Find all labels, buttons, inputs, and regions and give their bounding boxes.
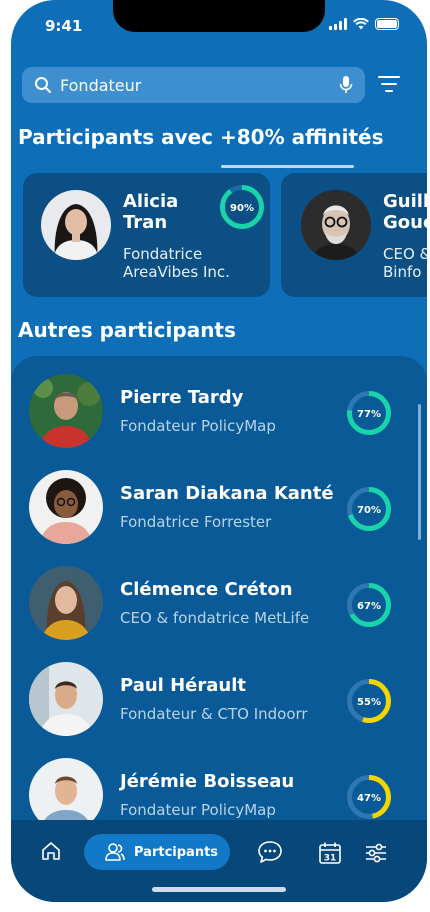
affinity-ring: 77% [347,391,391,435]
top-affinity-title: Participants avec +80% affinités [18,125,384,149]
users-icon [105,843,125,861]
affinity-ring: 70% [347,487,391,531]
search-bar[interactable]: Fondateur [22,67,365,103]
title-underline [221,165,354,168]
svg-text:55%: 55% [357,697,381,708]
card-name: Alicia Tran [123,191,179,233]
notch [113,0,325,32]
card-name: Guill Gouc [383,191,427,233]
participant-role: CEO & fondatrice MetLife [120,609,310,627]
affinity-ring: 47% [347,775,391,819]
participants-list[interactable]: Pierre Tardy Fondateur PolicyMap 77% Sar… [11,356,427,836]
svg-text:67%: 67% [357,601,381,612]
affinity-ring: 55% [347,679,391,723]
tab-participants[interactable]: Partcipants [84,834,230,870]
avatar [29,662,103,736]
home-icon[interactable] [40,840,62,862]
filter-icon[interactable] [378,74,402,94]
participant-name: Jérémie Boisseau [120,771,295,792]
participant-name: Paul Hérault [120,675,246,696]
top-participant-card[interactable]: Alicia Tran Fondatrice AreaVibes Inc. 90… [23,173,270,297]
affinity-ring: 90% [220,185,264,229]
avatar [301,190,371,260]
participant-row[interactable]: Paul Hérault Fondateur & CTO Indoorr 55% [11,653,427,749]
phone-screen: 9:41 Fondateur Participants avec +80% af… [11,0,427,902]
svg-text:47%: 47% [357,793,381,804]
calendar-icon[interactable]: 31 [318,841,342,865]
participant-role: Fondateur PolicyMap [120,801,276,819]
participant-role: Fondateur PolicyMap [120,417,276,435]
tab-participants-label: Partcipants [134,844,219,860]
svg-text:77%: 77% [357,409,381,420]
card-role: Fondatrice AreaVibes Inc. [123,245,230,281]
top-participant-card[interactable]: Guill Gouc CEO & Binfo [281,173,427,297]
search-icon [35,77,51,93]
status-time: 9:41 [45,17,83,35]
home-indicator [152,887,286,892]
avatar [29,374,103,448]
avatar [29,566,103,640]
scrollbar[interactable] [418,404,421,540]
participant-row[interactable]: Clémence Créton CEO & fondatrice MetLife… [11,557,427,653]
svg-text:70%: 70% [357,505,381,516]
participant-role: Fondatrice Forrester [120,513,272,531]
signal-icon [329,18,347,30]
participant-name: Clémence Créton [120,579,293,600]
participant-row[interactable]: Pierre Tardy Fondateur PolicyMap 77% [11,365,427,461]
participant-row[interactable]: Saran Diakana Kanté Fondatrice Forrester… [11,461,427,557]
participant-name: Saran Diakana Kanté [120,483,334,504]
chat-icon[interactable] [257,840,283,864]
settings-sliders-icon[interactable] [364,842,388,864]
others-title: Autres participants [18,318,236,342]
card-role: CEO & Binfo [383,245,427,281]
svg-text:31: 31 [324,854,337,864]
svg-text:90%: 90% [230,203,254,214]
participant-name: Pierre Tardy [120,387,244,408]
avatar [29,470,103,544]
status-icons [329,18,399,30]
affinity-ring: 67% [347,583,391,627]
avatar [41,190,111,260]
wifi-icon [353,18,369,30]
microphone-icon[interactable] [339,75,353,95]
participant-role: Fondateur & CTO Indoorr [120,705,308,723]
search-input[interactable]: Fondateur [60,76,339,95]
battery-icon [375,18,399,30]
